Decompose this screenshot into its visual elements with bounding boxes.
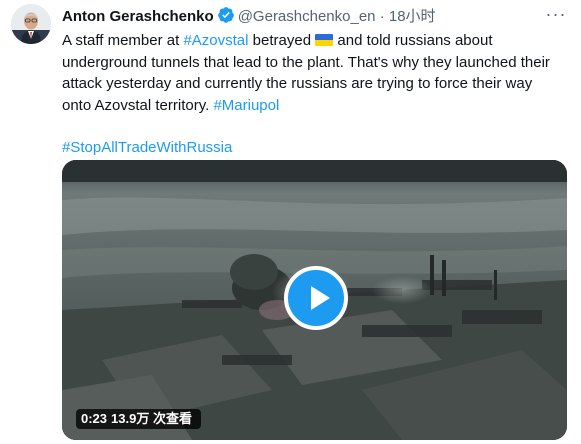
tweet-paragraph-1: A staff member at #Azovstal betrayed and…	[62, 30, 562, 116]
text-segment: A staff member at	[62, 32, 184, 49]
handle[interactable]: @Gerashchenko_en	[238, 8, 376, 25]
tweet-header: Anton Gerashchenko @Gerashchenko_en · 18小…	[62, 5, 567, 28]
text-segment: betrayed	[248, 32, 316, 49]
tweet-card[interactable]: Anton Gerashchenko @Gerashchenko_en · 18小…	[0, 0, 581, 444]
video-views: 13.9万 次查看	[111, 411, 192, 426]
hashtag-azovstal[interactable]: #Azovstal	[183, 32, 248, 49]
author-name[interactable]: Anton Gerashchenko	[62, 8, 214, 25]
separator: ·	[379, 8, 385, 25]
video-stats-badge: 0:23 13.9万 次查看	[76, 409, 201, 429]
hashtag-mariupol[interactable]: #Mariupol	[213, 97, 279, 114]
play-button[interactable]	[284, 266, 348, 330]
more-options-icon[interactable]: ···	[545, 5, 567, 27]
video-duration: 0:23	[81, 411, 108, 426]
avatar[interactable]	[11, 4, 51, 44]
hashtag-stopalltradewithrussia[interactable]: #StopAllTradeWithRussia	[62, 139, 232, 156]
play-icon	[311, 286, 330, 310]
tweet-text: A staff member at #Azovstal betrayed and…	[62, 30, 562, 159]
verified-badge-icon	[217, 6, 235, 24]
tweet-paragraph-2: #StopAllTradeWithRussia	[62, 137, 562, 159]
video-player[interactable]: 0:23 13.9万 次查看	[62, 160, 567, 440]
ukraine-flag-icon	[315, 34, 334, 46]
timestamp[interactable]: 18小时	[389, 8, 436, 25]
